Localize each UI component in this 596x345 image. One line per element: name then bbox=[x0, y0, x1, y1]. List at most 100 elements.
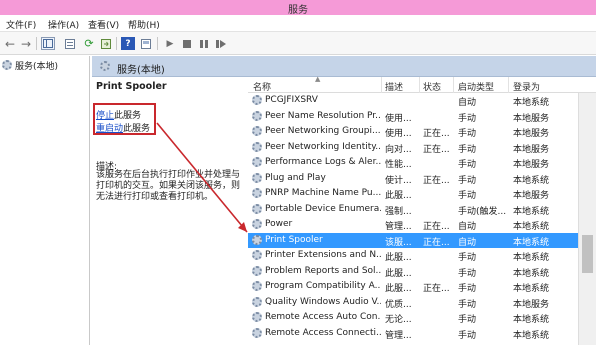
stop-service-link[interactable]: 停止 bbox=[96, 111, 114, 121]
sort-ascending-icon: ▲ bbox=[315, 75, 321, 83]
help-icon[interactable]: ? bbox=[121, 37, 135, 50]
service-row[interactable]: PNRP Machine Name Pu... 此服... 手动 本地服务 bbox=[248, 186, 578, 201]
column-header-description[interactable]: 描述 bbox=[385, 80, 403, 93]
service-gear-icon bbox=[252, 157, 262, 167]
pause-icon[interactable] bbox=[197, 37, 211, 50]
view-icon[interactable] bbox=[139, 37, 153, 50]
export-icon[interactable] bbox=[99, 37, 113, 50]
service-row[interactable]: Problem Reports and Sol... 此服... 手动 本地系统 bbox=[248, 264, 578, 279]
menu-help[interactable]: 帮助(H) bbox=[128, 18, 160, 31]
service-startup-type: 手动 bbox=[458, 268, 477, 279]
service-name: Printer Extensions and N... bbox=[265, 250, 381, 260]
service-gear-icon bbox=[252, 312, 262, 322]
service-description: 管理... bbox=[385, 222, 412, 232]
column-header-log-on-as[interactable]: 登录为 bbox=[513, 80, 540, 93]
service-description: 使用... bbox=[385, 129, 412, 139]
service-status: 正在... bbox=[423, 144, 450, 155]
service-startup-type: 手动 bbox=[458, 191, 477, 201]
refresh-icon[interactable]: ⟳ bbox=[82, 37, 96, 50]
service-log-on-as: 本地系统 bbox=[513, 315, 550, 325]
service-startup-type: 手动 bbox=[458, 129, 477, 139]
service-log-on-as: 本地系统 bbox=[513, 175, 550, 186]
column-header-startup-type[interactable]: 启动类型 bbox=[458, 80, 494, 93]
service-row[interactable]: Peer Networking Groupi... 使用... 正在... 手动 本地服… bbox=[248, 124, 578, 139]
service-row[interactable]: Power 管理... 正在... 自动 本地系统 bbox=[248, 217, 578, 232]
service-description: 此服... bbox=[385, 191, 412, 201]
window-title: 服务 bbox=[288, 5, 308, 16]
service-row[interactable]: Remote Access Connecti... 管理... 手动 本地系统 bbox=[248, 326, 578, 341]
service-name: Peer Name Resolution Pr... bbox=[265, 110, 381, 121]
list-header: 名称 ▲ 描述 状态 启动类型 登录为 bbox=[248, 75, 596, 93]
service-log-on-as: 本地服务 bbox=[513, 191, 550, 201]
service-description: 向对... bbox=[385, 144, 412, 155]
description-pane: Print Spooler 停止此服务 重启动此服务 描述: 该服务在后台执行打… bbox=[92, 77, 248, 345]
stop-service-action: 停止此服务 bbox=[96, 108, 141, 121]
service-log-on-as: 本地系统 bbox=[513, 330, 550, 341]
console-tree: 服务(本地) bbox=[0, 56, 90, 345]
vertical-scrollbar[interactable] bbox=[578, 93, 596, 345]
service-status: 正在... bbox=[423, 129, 450, 139]
service-log-on-as: 本地系统 bbox=[513, 222, 550, 232]
service-title: Print Spooler bbox=[96, 81, 167, 92]
service-row[interactable]: Quality Windows Audio V... 优质... 手动 本地服务 bbox=[248, 295, 578, 310]
service-name: Remote Access Connecti... bbox=[265, 327, 381, 338]
restart-icon[interactable] bbox=[214, 37, 228, 50]
service-row[interactable]: Portable Device Enumera... 强制... 手动(触发... 本… bbox=[248, 202, 578, 217]
service-log-on-as: 本地系统 bbox=[513, 268, 550, 279]
column-header-status[interactable]: 状态 bbox=[423, 80, 441, 93]
service-startup-type: 自动 bbox=[458, 237, 477, 248]
service-log-on-as: 本地系统 bbox=[513, 98, 550, 108]
service-row[interactable]: Remote Access Auto Con... 无论... 手动 本地系统 bbox=[248, 310, 578, 325]
service-gear-icon bbox=[252, 141, 262, 152]
service-log-on-as: 本地系统 bbox=[513, 237, 550, 248]
services-gear-icon bbox=[100, 61, 110, 71]
column-header-name[interactable]: 名称 bbox=[253, 80, 271, 93]
service-name: Performance Logs & Aler... bbox=[265, 157, 381, 167]
service-gear-icon bbox=[252, 95, 262, 105]
restart-service-link[interactable]: 重启动 bbox=[96, 124, 123, 134]
service-startup-type: 手动 bbox=[458, 299, 477, 310]
service-startup-type: 手动 bbox=[458, 160, 477, 170]
service-startup-type: 自动 bbox=[458, 222, 477, 232]
service-log-on-as: 本地服务 bbox=[513, 129, 550, 139]
service-gear-icon bbox=[252, 234, 262, 245]
service-row[interactable]: Print Spooler 该服... 正在... 自动 本地系统 bbox=[248, 232, 578, 248]
service-row[interactable]: Plug and Play 使计... 正在... 手动 本地系统 bbox=[248, 171, 578, 186]
service-gear-icon bbox=[252, 296, 262, 307]
service-gear-icon bbox=[252, 250, 262, 260]
service-log-on-as: 本地系统 bbox=[513, 253, 550, 263]
service-log-on-as: 本地系统 bbox=[513, 284, 550, 294]
service-startup-type: 手动(触发... bbox=[458, 206, 507, 217]
stop-icon[interactable] bbox=[180, 37, 194, 50]
service-name: PCGJFIXSRV bbox=[265, 95, 318, 105]
service-name: Print Spooler bbox=[265, 234, 323, 245]
content-header: 服务(本地) bbox=[92, 56, 596, 77]
service-log-on-as: 本地服务 bbox=[513, 113, 550, 124]
scrollbar-thumb[interactable] bbox=[582, 235, 593, 273]
service-description: 使用... bbox=[385, 113, 412, 124]
service-row[interactable]: Peer Name Resolution Pr... 使用... 手动 本地服务 bbox=[248, 109, 578, 124]
service-startup-type: 手动 bbox=[458, 330, 477, 341]
service-name: Program Compatibility A... bbox=[265, 281, 381, 291]
content-header-title: 服务(本地) bbox=[117, 65, 165, 76]
play-icon[interactable]: ▶ bbox=[163, 37, 177, 50]
menu-action[interactable]: 操作(A) bbox=[48, 18, 79, 31]
service-row[interactable]: Peer Networking Identity... 向对... 正在... 手动 本… bbox=[248, 140, 578, 155]
service-status: 正在... bbox=[423, 175, 450, 186]
restart-service-action: 重启动此服务 bbox=[96, 121, 150, 134]
service-row[interactable]: Printer Extensions and N... 此服... 手动 本地系统 bbox=[248, 248, 578, 263]
show-hide-tree-icon[interactable] bbox=[41, 37, 55, 50]
service-row[interactable]: Performance Logs & Aler... 性能... 手动 本地服务 bbox=[248, 155, 578, 170]
service-row[interactable]: Program Compatibility A... 此服... 正在... 手动 本地… bbox=[248, 279, 578, 294]
back-icon[interactable]: ← bbox=[3, 37, 17, 51]
service-name: Plug and Play bbox=[265, 172, 326, 183]
properties-icon[interactable] bbox=[63, 37, 77, 50]
service-row[interactable]: PCGJFIXSRV 自动 本地系统 bbox=[248, 93, 578, 108]
service-name: Remote Access Auto Con... bbox=[265, 312, 381, 322]
tree-item-services-local[interactable]: 服务(本地) bbox=[2, 59, 58, 72]
menu-view[interactable]: 查看(V) bbox=[88, 18, 119, 31]
service-name: Peer Networking Groupi... bbox=[265, 126, 381, 136]
forward-icon[interactable]: → bbox=[19, 37, 33, 51]
service-log-on-as: 本地服务 bbox=[513, 160, 550, 170]
menu-file[interactable]: 文件(F) bbox=[6, 18, 36, 31]
